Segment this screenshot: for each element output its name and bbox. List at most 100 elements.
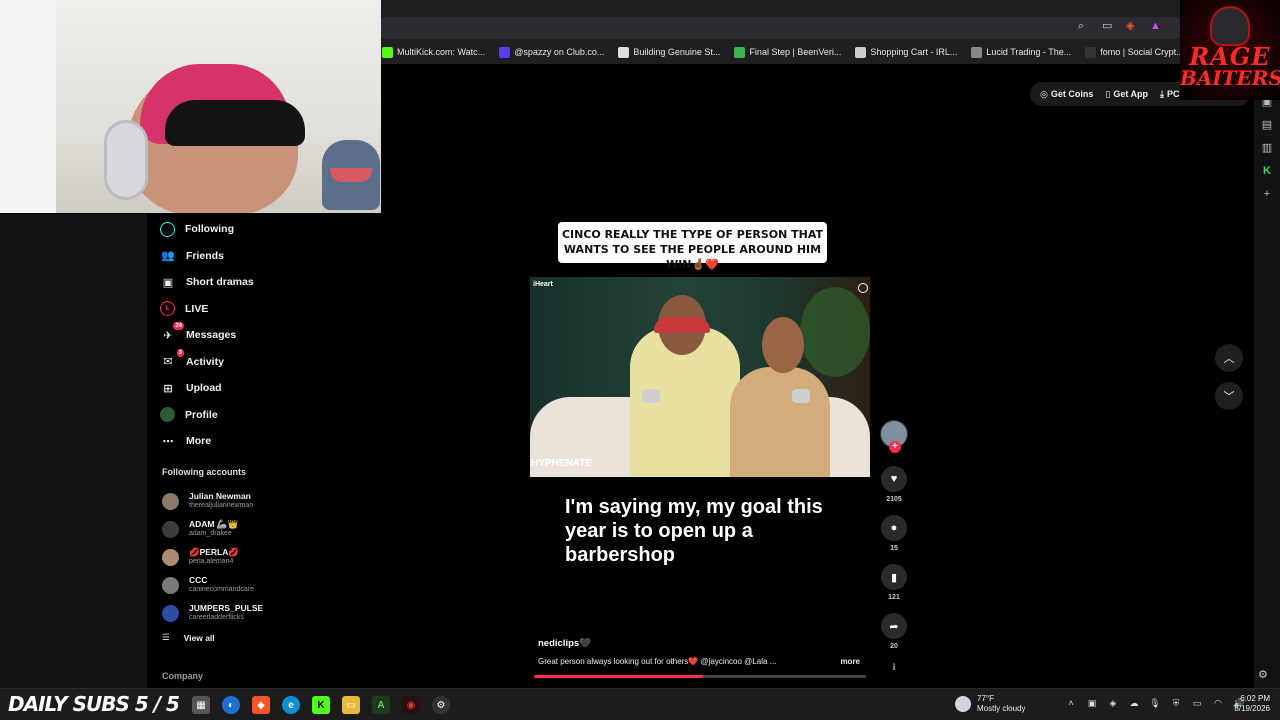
account-handle: careerladderflicks [189, 614, 244, 621]
view-all-button[interactable]: ☰ View all [162, 632, 215, 643]
account-handle: therealjuliannewman [189, 502, 254, 509]
system-tray: ˄ ▣ ◈ ☁ 🎙 ⛨ ▭ ◠ 🔊 [1065, 697, 1245, 709]
share-icon: ➦ [889, 620, 899, 633]
followed-account-item[interactable]: ADAM 🦾👑 adam_drakee [162, 515, 292, 543]
creator-avatar[interactable]: + [880, 420, 908, 453]
previous-video-button[interactable]: ︿ [1215, 344, 1243, 372]
file-explorer-icon[interactable]: ▦ [192, 696, 210, 714]
address-bar[interactable]: ⌕ ▭ ◈ ▲ [380, 17, 1180, 39]
tray-app-icon[interactable]: ▣ [1086, 697, 1098, 709]
bookmark-favicon-icon [855, 46, 867, 58]
obs-icon[interactable]: ◉ [402, 696, 420, 714]
film-icon: ▣ [162, 276, 174, 289]
sidebar-item-more[interactable]: ⋯ More [160, 428, 290, 455]
clock[interactable]: 6:02 PM 8/19/2026 [1226, 694, 1270, 714]
video-actions: + ♥ 2105 ● 15 ▮ 121 ➦ 20 ℹ [879, 420, 909, 673]
video-player[interactable]: iHeart HYPHENATE [530, 277, 870, 477]
followed-account-item[interactable]: JUMPERS_PULSE careerladderflicks [162, 599, 292, 627]
copilot-icon[interactable]: ◐ [222, 696, 240, 714]
app-a-icon[interactable]: A [372, 696, 390, 714]
top-action-pc[interactable]: ⤓ PC [1160, 89, 1180, 100]
reading-list-icon[interactable]: ▥ [1261, 142, 1273, 154]
display-icon[interactable]: ▭ [1191, 697, 1203, 709]
kick-app-icon[interactable]: K [312, 696, 330, 714]
top-action-get-coins[interactable]: ◎ Get Coins [1040, 89, 1093, 100]
sidebar-item-activity[interactable]: ✉ 3 Activity [160, 348, 290, 376]
brave-icon[interactable]: ◆ [252, 696, 270, 714]
cloud-sync-icon[interactable]: ☁ [1128, 697, 1140, 709]
kick-icon[interactable]: K [1261, 165, 1273, 177]
cast-icon[interactable]: ▭ [1102, 20, 1114, 32]
gear-icon[interactable]: ⚙ [1258, 668, 1268, 681]
bookmark-favicon-icon [971, 46, 983, 58]
brave-rewards-icon[interactable]: ▲ [1150, 20, 1162, 32]
sidebar-background [0, 214, 147, 688]
weather-widget[interactable]: 77°F Mostly cloudy [955, 694, 1025, 714]
account-name: 💋PERLA💋 [189, 547, 239, 557]
browser-side-panel: ▣ ▤ ▥ K + [1254, 88, 1280, 688]
save-button[interactable]: ▮ [881, 564, 907, 590]
folder-icon[interactable]: ▭ [342, 696, 360, 714]
bookmark-item[interactable]: fomo | Social Crypt... [1085, 46, 1184, 58]
like-button[interactable]: ♥ [881, 466, 907, 492]
comment-button[interactable]: ● [881, 515, 907, 541]
share-button[interactable]: ➦ [881, 613, 907, 639]
sidebar-item-short-dramas[interactable]: ▣ Short dramas [160, 269, 290, 296]
account-handle: caninecommandcare [189, 586, 254, 593]
bookmark-item[interactable]: Lucid Trading - The... [971, 46, 1071, 58]
chevron-up-tray-icon[interactable]: ˄ [1065, 697, 1077, 709]
settings-app-icon[interactable]: ⚙ [432, 696, 450, 714]
webcam-headphones [104, 120, 148, 200]
account-text: Julian Newman therealjuliannewman [189, 491, 253, 511]
follow-plus-icon[interactable]: + [889, 441, 901, 453]
search-icon[interactable]: ⌕ [1078, 20, 1090, 32]
shield-icon[interactable]: ⛨ [1170, 697, 1182, 709]
video-author[interactable]: nediclips🖤 [538, 638, 868, 649]
next-video-button[interactable]: ﹀ [1215, 382, 1243, 410]
followed-account-item[interactable]: CCC caninecommandcare [162, 571, 292, 599]
followed-account-item[interactable]: 💋PERLA💋 perla.aleman4 [162, 543, 292, 571]
bookmark-panel-icon[interactable]: ▤ [1261, 119, 1273, 131]
video-progress-fill [534, 675, 704, 678]
bookmark-item[interactable]: MultiKick.com: Watc... [382, 46, 486, 58]
sidebar-item-live[interactable]: L LIVE [160, 296, 290, 323]
bookmark-item[interactable]: Shopping Cart - IRL... [855, 46, 957, 58]
message-icon: ✈ 24 [163, 322, 184, 342]
followed-account-item[interactable]: Julian Newman therealjuliannewman [162, 487, 292, 515]
bookmark-label: MultiKick.com: Watc... [397, 47, 486, 57]
view-all-label: View all [183, 632, 215, 643]
more-button[interactable]: more [840, 657, 868, 666]
network-app-icon[interactable]: ◈ [1107, 697, 1119, 709]
avatar [162, 548, 179, 566]
sidebar-item-upload[interactable]: ⊞ Upload [160, 375, 290, 402]
iheart-logo: iHeart [533, 281, 553, 288]
bookmark-item[interactable]: @spazzy on Club.co... [499, 46, 604, 58]
more-icon: ⋯ [162, 435, 174, 448]
brave-shield-icon[interactable]: ◈ [1126, 20, 1138, 32]
sidebar-item-label: More [186, 435, 212, 448]
sidebar-item-profile[interactable]: Profile [160, 402, 290, 429]
wifi-icon[interactable]: ◠ [1212, 697, 1224, 709]
microphone-icon[interactable]: 🎙 [1149, 697, 1161, 709]
sidebar-item-messages[interactable]: ✈ 24 Messages [160, 322, 290, 349]
person-right-head [762, 317, 804, 373]
profile-avatar-icon [160, 407, 175, 423]
account-text: ADAM 🦾👑 adam_drakee [189, 519, 238, 539]
bookmark-item[interactable]: Final Step | BeenVeri... [734, 46, 841, 58]
edge-icon[interactable]: e [282, 696, 300, 714]
top-action-label: Get App [1113, 89, 1148, 99]
sidebar-item-friends[interactable]: 👥 Friends [160, 243, 290, 270]
sidebar-item-label: Short dramas [186, 276, 254, 289]
add-panel-icon[interactable]: + [1261, 188, 1273, 200]
inbox-icon: ✉ 3 [163, 348, 184, 369]
bookmark-item[interactable]: Building Genuine St... [618, 46, 720, 58]
sidebar-item-following[interactable]: Following [160, 216, 290, 243]
info-icon[interactable]: ℹ [892, 662, 895, 673]
video-progress-bar[interactable] [534, 675, 866, 678]
account-handle: adam_drakee [189, 530, 232, 537]
company-link[interactable]: Company [162, 671, 203, 681]
logo-text-line2: BAITERS [1180, 66, 1280, 90]
save-count: 121 [888, 594, 900, 601]
top-action-get-app[interactable]: ▯ Get App [1105, 89, 1148, 100]
sidebar-nav: Following 👥 Friends ▣ Short dramas L LIVE ✈ 24 Me… [160, 216, 290, 455]
